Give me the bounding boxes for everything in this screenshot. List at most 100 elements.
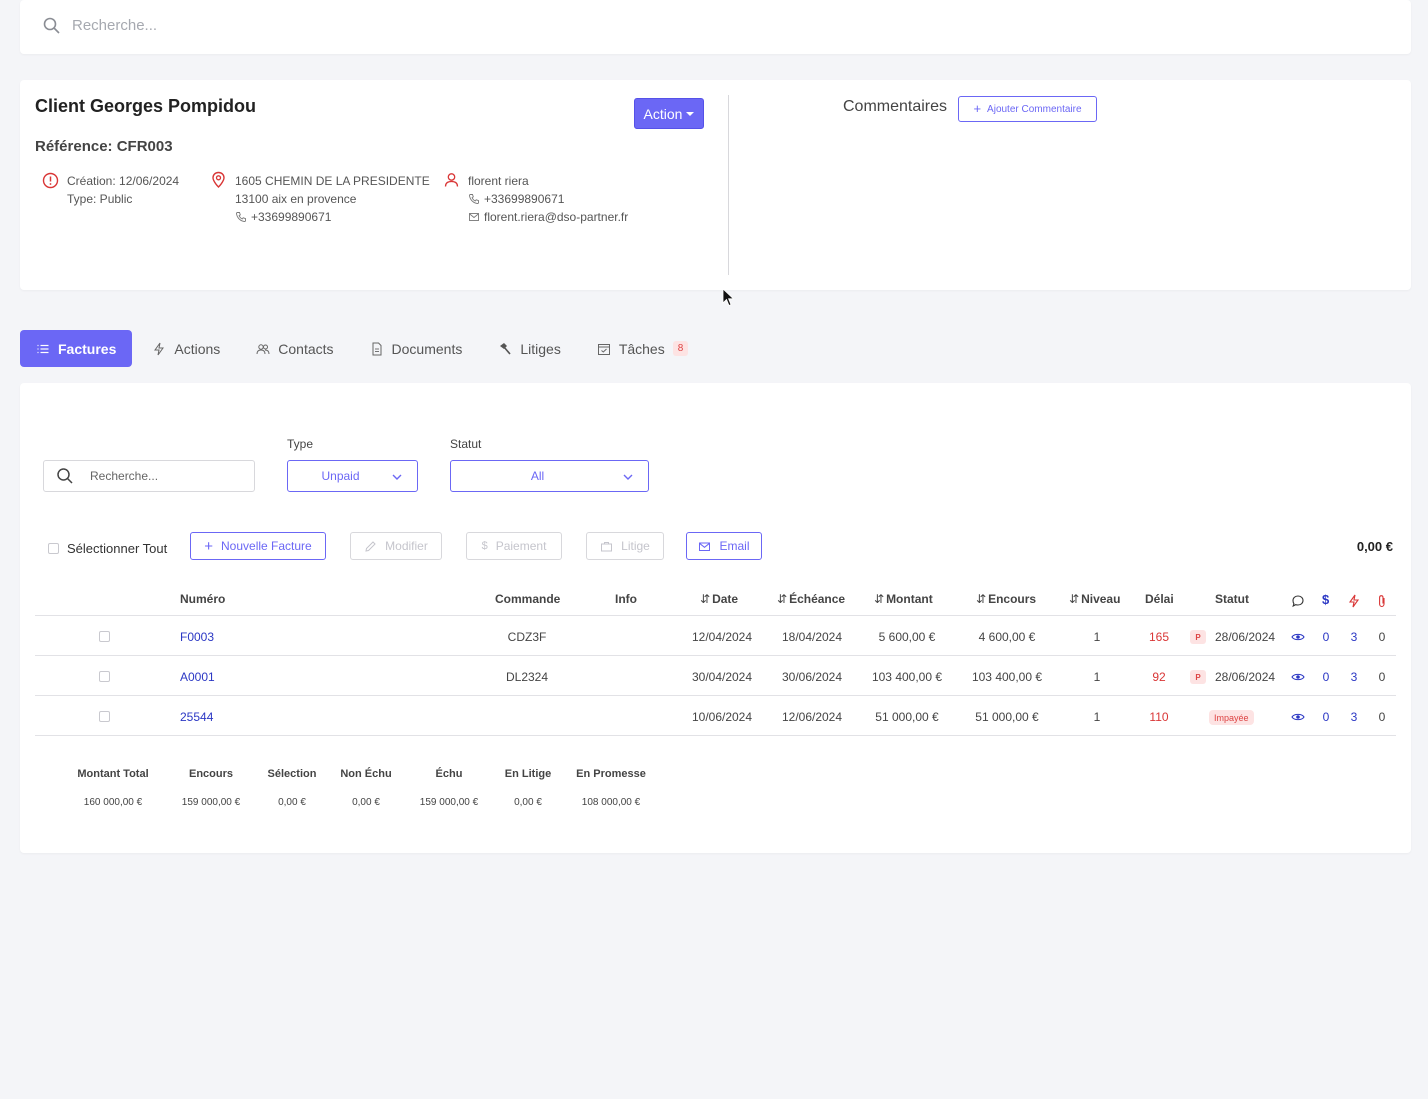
action-dropdown-button[interactable]: Action [634,98,704,129]
sort-icon: ⇵ [1069,592,1080,606]
col-encours[interactable]: ⇵ Encours [976,592,1036,606]
row-checkbox[interactable] [99,631,110,642]
row-checkbox[interactable] [99,711,110,722]
invoice-date: 10/06/2024 [691,710,753,724]
address-line1: 1605 CHEMIN DE LA PRESIDENTE [235,174,430,188]
summary-selection-label: Sélection [267,768,317,780]
calendar-icon [597,343,610,355]
col-echeance[interactable]: ⇵ Échéance [777,592,845,606]
invoice-due-date: 30/06/2024 [781,670,843,684]
invoice-delay: 110 [1149,710,1169,724]
dispute-button[interactable]: Litige [586,532,664,560]
tab-label: Litiges [520,340,561,357]
tab-label: Factures [58,340,117,357]
tab-label: Contacts [278,340,334,357]
select-all-checkbox[interactable] [48,543,59,554]
eye-icon[interactable] [1291,631,1305,643]
location-pin-icon [212,171,225,188]
summary-selection-value: 0,00 € [278,797,306,808]
tab-documents[interactable]: Documents [354,330,479,367]
statut-filter-select[interactable]: All [450,460,649,492]
client-meta: Création: 12/06/2024 Type: Public [67,172,179,208]
payments-count[interactable]: 3 [1351,710,1358,724]
table-row[interactable]: 25544 10/06/2024 12/06/2024 51 000,00 € … [35,696,1396,736]
chevron-down-icon [392,474,402,480]
type-filter-select[interactable]: Unpaid [287,460,418,492]
payments-count[interactable]: 3 [1351,670,1358,684]
invoice-search-input[interactable] [90,469,240,483]
attachments-count[interactable]: 0 [1379,670,1386,684]
row-checkbox[interactable] [99,671,110,682]
users-icon [256,343,270,354]
tab-taches[interactable]: Tâches 8 [581,330,704,367]
tab-actions[interactable]: Actions [136,330,236,367]
invoice-number[interactable]: A0001 [180,670,215,684]
table-row[interactable]: F0003 CDZ3F 12/04/2024 18/04/2024 5 600,… [35,616,1396,656]
tab-contacts[interactable]: Contacts [240,330,349,367]
mail-icon [469,213,479,221]
address-line2: 13100 aix en provence [235,192,357,206]
unpaid-status-badge: Impayée [1209,710,1254,725]
sort-icon: ⇵ [700,592,711,606]
summary-dispute-label: En Litige [504,768,552,780]
type-filter-label: Type [287,437,314,451]
client-type: Type: Public [67,192,133,206]
invoice-delay: 92 [1152,670,1166,684]
invoice-order: CDZ3F [507,630,547,644]
tab-factures[interactable]: Factures [20,330,133,367]
tab-litiges[interactable]: Litiges [482,330,576,367]
col-niveau[interactable]: ⇵ Niveau [1069,592,1120,606]
summary-not-due-label: Non Échu [340,768,392,780]
select-all[interactable]: Sélectionner Tout [48,541,167,556]
briefcase-icon [601,541,613,551]
promise-badge: P [1190,630,1206,644]
col-numero[interactable]: Numéro [180,592,225,606]
col-commande[interactable]: Commande [495,592,560,606]
col-date-label: Date [712,592,739,606]
search-icon [57,468,73,484]
invoice-date: 12/04/2024 [691,630,753,644]
contact-email[interactable]: florent.riera@dso-partner.fr [484,208,628,226]
comments-count[interactable]: 0 [1323,670,1330,684]
global-search-bar [20,0,1411,54]
invoice-amount: 5 600,00 € [878,630,936,644]
invoice-number[interactable]: F0003 [180,630,214,644]
col-date[interactable]: ⇵ Date [700,592,738,606]
col-echeance-label: Échéance [789,592,846,606]
lightning-icon [154,342,165,355]
document-icon [372,342,382,355]
lightning-icon [1348,594,1360,608]
global-search-input[interactable] [72,12,772,38]
client-contact: florent riera +33699890671 florent.riera… [468,172,628,226]
payment-button[interactable]: $ Paiement [466,532,562,560]
attachments-count[interactable]: 0 [1379,710,1386,724]
tab-label: Tâches [618,340,665,357]
invoice-search-box [43,460,255,492]
client-name: Client Georges Pompidou [35,96,257,116]
new-invoice-button[interactable]: + Nouvelle Facture [190,532,326,560]
payments-count[interactable]: 3 [1351,630,1358,644]
client-info-card: Client Georges Pompidou Référence: CFR00… [20,80,1411,307]
address-phone-row: +33699890671 [235,208,430,226]
invoice-number[interactable]: 25544 [180,710,213,724]
tasks-count-badge: 8 [672,341,689,356]
contact-name: florent riera [468,174,529,188]
add-comment-button[interactable]: + Ajouter Commentaire [958,96,1097,122]
eye-icon[interactable] [1291,671,1305,683]
modify-button[interactable]: Modifier [350,532,442,560]
col-info[interactable]: Info [615,592,637,606]
col-statut[interactable]: Statut [1215,592,1249,606]
payment-label: Paiement [495,539,547,553]
attachments-count[interactable]: 0 [1379,630,1386,644]
eye-icon[interactable] [1291,711,1305,723]
summary-total-label: Montant Total [77,768,149,780]
comments-count[interactable]: 0 [1323,630,1330,644]
email-button[interactable]: Email [686,532,762,560]
table-row[interactable]: A0001 DL2324 30/04/2024 30/06/2024 103 4… [35,656,1396,696]
col-montant[interactable]: ⇵ Montant [874,592,933,606]
new-invoice-label: Nouvelle Facture [221,539,312,553]
comments-count[interactable]: 0 [1323,710,1330,724]
invoice-due-date: 12/06/2024 [781,710,843,724]
summary-total-value: 160 000,00 € [83,797,143,808]
col-delai[interactable]: Délai [1145,592,1174,606]
